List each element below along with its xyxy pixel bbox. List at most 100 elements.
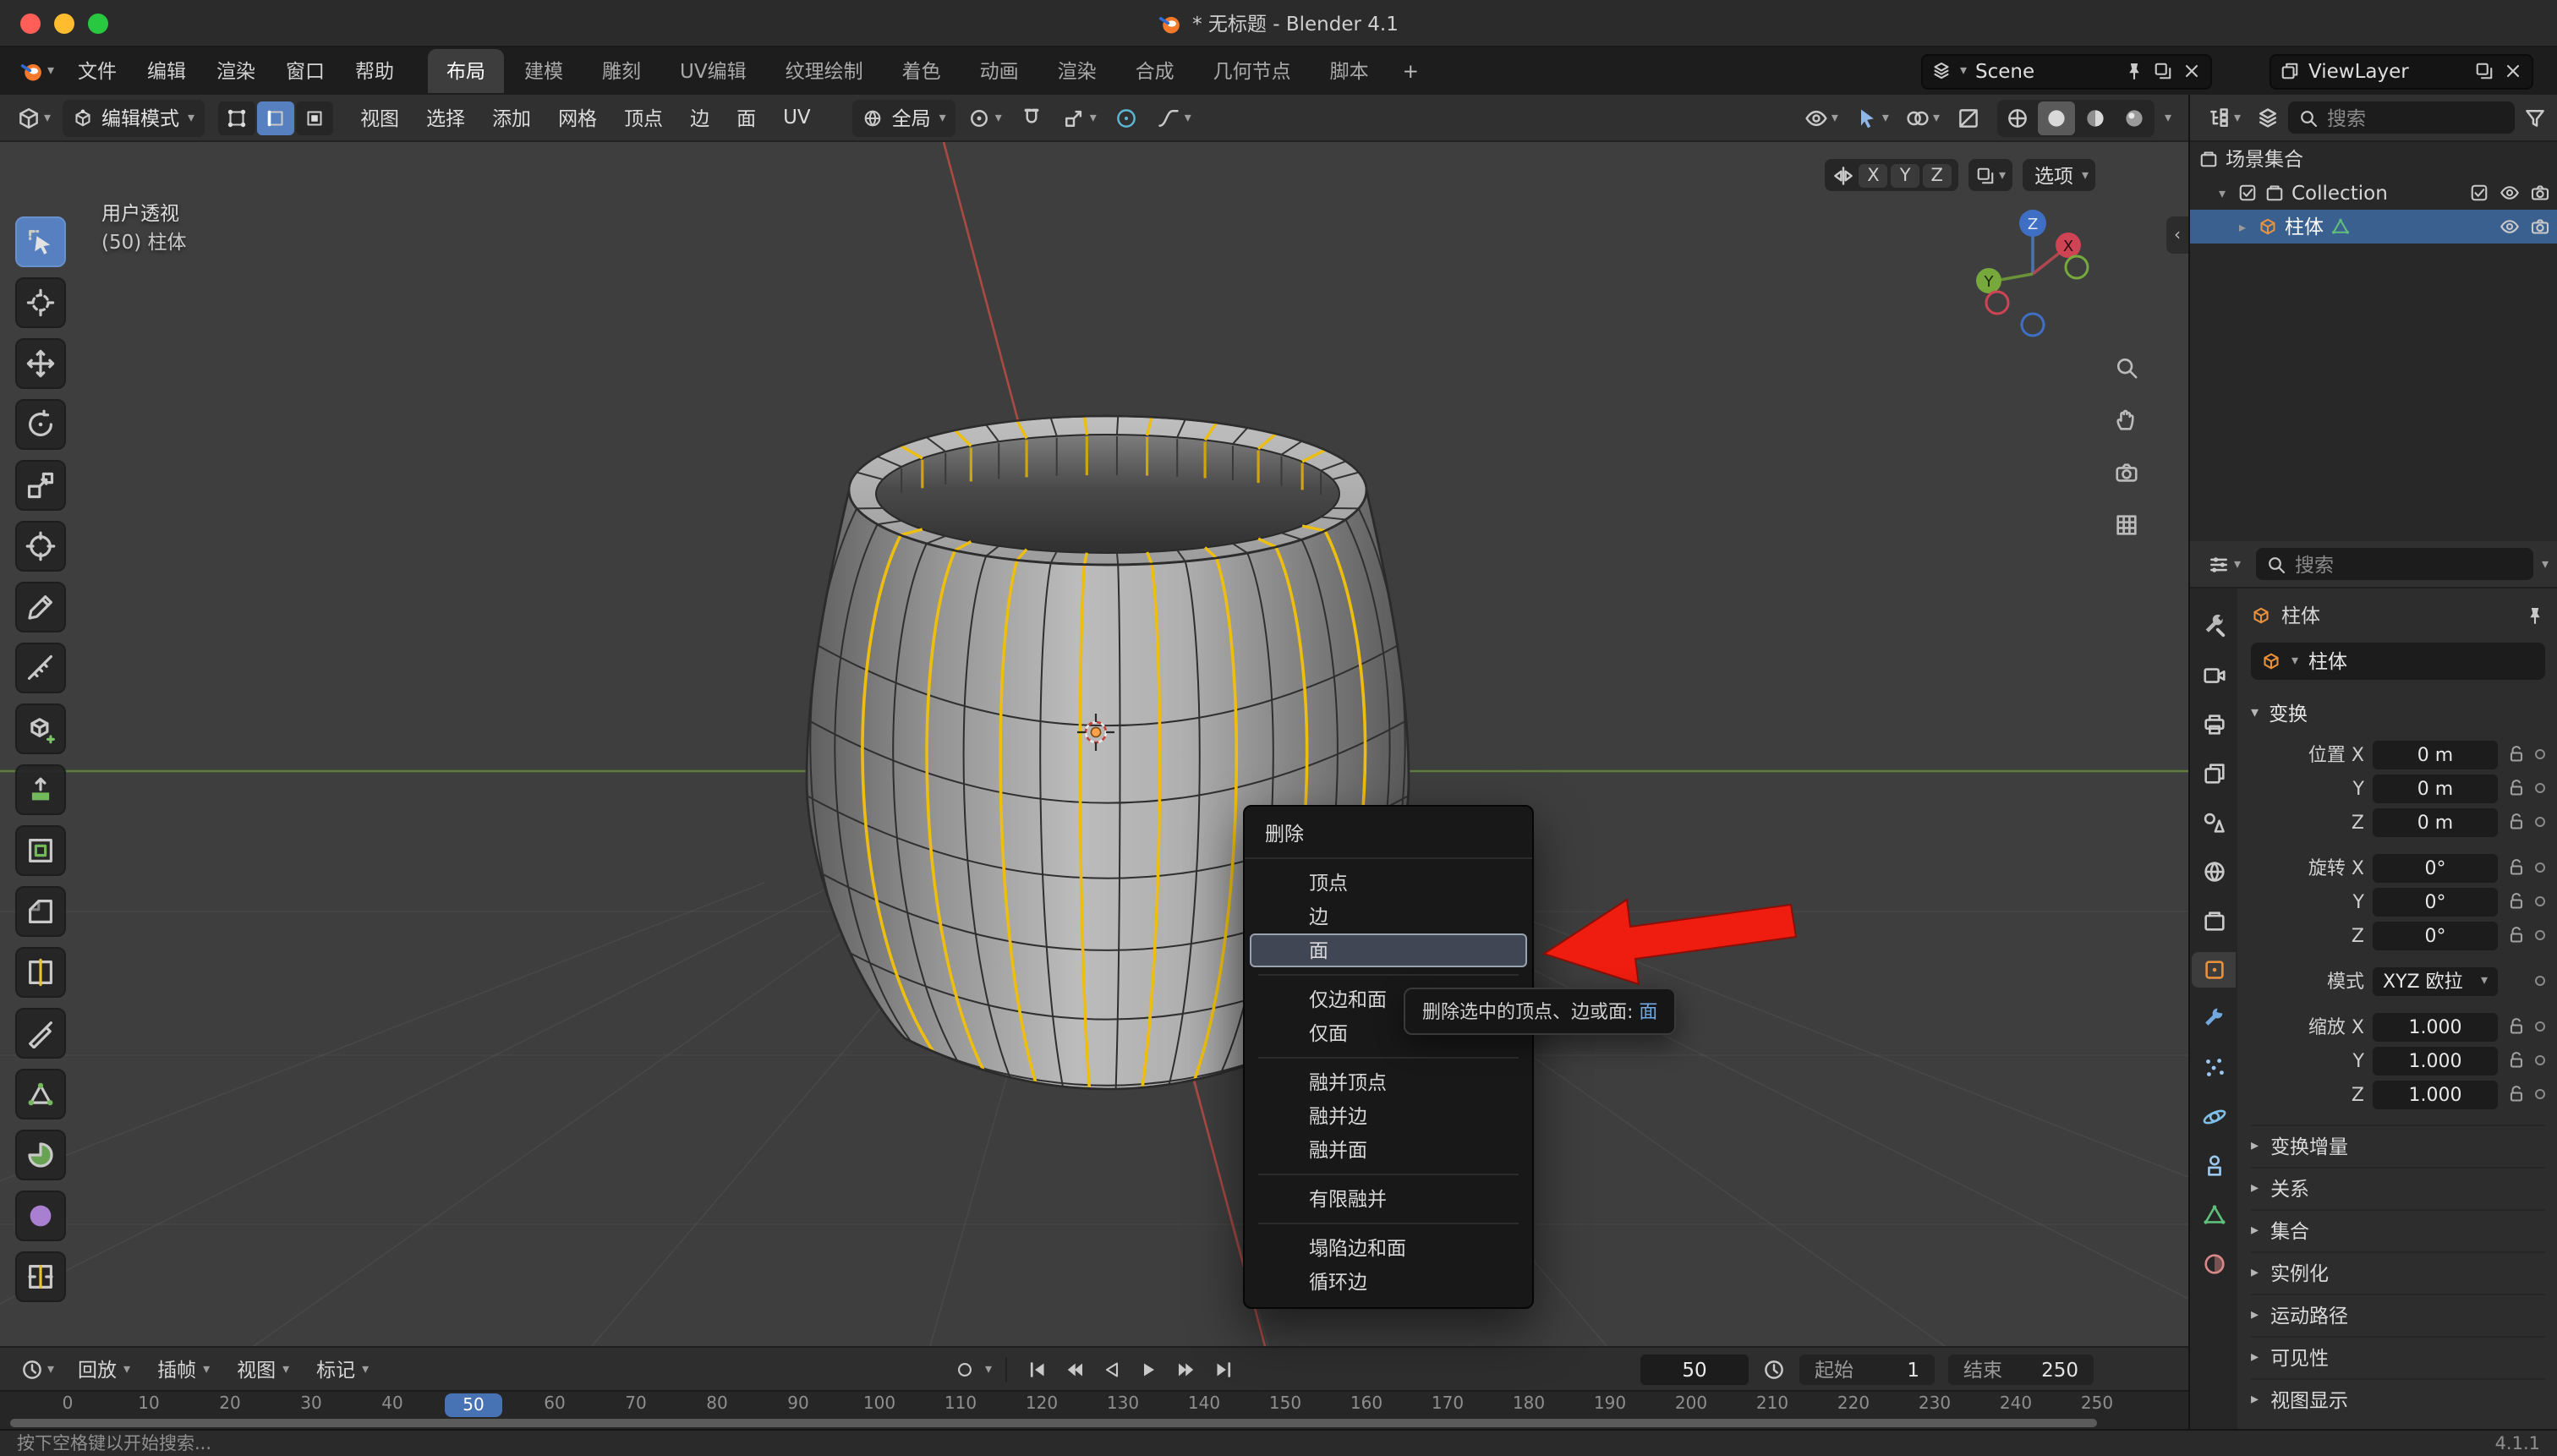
visibility-dropdown[interactable]: ▾ [1798, 101, 1845, 134]
topbar-menu-4[interactable]: 帮助 [340, 51, 409, 91]
lock-icon[interactable] [2506, 812, 2527, 832]
lock-icon[interactable] [2506, 1016, 2527, 1037]
timeline-editor-dropdown[interactable]: ▾ [14, 1352, 61, 1386]
shading-rendered-button[interactable] [2116, 101, 2153, 134]
shading-solid-button[interactable] [2038, 101, 2075, 134]
add-workspace-tab[interactable]: + [1389, 51, 1432, 91]
jump-to-end-button[interactable] [1207, 1354, 1240, 1384]
close-window-button[interactable] [20, 14, 41, 34]
properties-tab-physics[interactable] [2192, 1099, 2236, 1135]
transform-value-field[interactable]: 0 m [2373, 807, 2498, 836]
tool-inset-faces[interactable] [15, 825, 66, 876]
lock-icon[interactable] [2506, 891, 2527, 911]
properties-tab-material[interactable] [2192, 1246, 2236, 1282]
edge-select-toggle[interactable] [257, 101, 294, 134]
face-select-toggle[interactable] [296, 101, 333, 134]
properties-tab-collection[interactable] [2192, 903, 2236, 939]
topbar-menu-3[interactable]: 窗口 [271, 51, 340, 91]
viewport-menu-0[interactable]: 视图 [347, 97, 413, 138]
workspace-tab-6[interactable]: 动画 [961, 49, 1038, 93]
shading-dropdown[interactable]: ▾ [2165, 111, 2171, 124]
tool-spin[interactable] [15, 1130, 66, 1180]
mode-dropdown[interactable]: 编辑模式 ▾ [63, 99, 205, 136]
tool-extrude-region[interactable] [15, 764, 66, 815]
expand-arrow-icon[interactable]: ▾ [2214, 185, 2231, 200]
tool-move[interactable] [15, 338, 66, 389]
minimize-window-button[interactable] [54, 14, 74, 34]
properties-tab-tool[interactable] [2192, 609, 2236, 644]
play-button[interactable] [1132, 1354, 1166, 1384]
viewport-menu-1[interactable]: 选择 [413, 97, 479, 138]
unlink-scene-icon[interactable] [2182, 61, 2202, 81]
play-reverse-button[interactable] [1095, 1354, 1129, 1384]
workspace-tab-1[interactable]: 建模 [506, 49, 582, 93]
workspace-tab-5[interactable]: 着色 [884, 49, 960, 93]
hide-eye-icon[interactable] [2500, 183, 2520, 203]
vertex-select-toggle[interactable] [218, 101, 255, 134]
playhead-badge[interactable]: 50 [445, 1393, 502, 1417]
prev-keyframe-button[interactable] [1058, 1354, 1092, 1384]
timeline-menu-0[interactable]: 回放▾ [64, 1350, 144, 1388]
workspace-tab-7[interactable]: 渲染 [1039, 49, 1115, 93]
transform-value-field[interactable]: 0° [2373, 853, 2498, 882]
properties-editor-dropdown[interactable]: ▾ [2200, 547, 2248, 581]
properties-search-input[interactable]: 搜索 [2256, 548, 2533, 580]
object-name-field[interactable]: ▾ 柱体 [2251, 643, 2545, 680]
scene-name[interactable]: Scene [1975, 59, 2116, 83]
animate-dot[interactable] [2535, 930, 2545, 940]
new-scene-icon[interactable] [2153, 61, 2173, 81]
transform-value-field[interactable]: 0 m [2373, 774, 2498, 802]
workspace-tab-3[interactable]: UV编辑 [661, 49, 765, 93]
topbar-menu-1[interactable]: 编辑 [132, 51, 201, 91]
gizmo-z-neg-ball[interactable] [2022, 314, 2044, 336]
timeline-menu-2[interactable]: 视图▾ [223, 1350, 303, 1388]
zoom-window-button[interactable] [88, 14, 108, 34]
filter-icon[interactable] [2523, 106, 2547, 129]
jump-to-start-button[interactable] [1021, 1354, 1054, 1384]
workspace-tab-10[interactable]: 脚本 [1311, 49, 1388, 93]
workspace-tab-8[interactable]: 合成 [1117, 49, 1193, 93]
pin-icon[interactable] [2525, 605, 2545, 626]
transform-value-field[interactable]: 0 m [2373, 740, 2498, 769]
outliner-editor-dropdown[interactable]: ▾ [2200, 101, 2248, 134]
new-viewlayer-icon[interactable] [2474, 61, 2494, 81]
display-mode-icon[interactable] [2256, 106, 2280, 129]
properties-tab-view-layer[interactable] [2192, 756, 2236, 791]
ortho-toggle-button[interactable] [2107, 506, 2144, 543]
animate-dot[interactable] [2535, 1055, 2545, 1065]
properties-tab-object[interactable] [2192, 952, 2236, 988]
properties-tab-world[interactable] [2192, 854, 2236, 889]
section-2[interactable]: ▸集合 [2251, 1209, 2545, 1251]
menu-item-顶点[interactable]: 顶点 [1250, 866, 1527, 900]
menu-item-循环边[interactable]: 循环边 [1250, 1265, 1527, 1299]
gizmo-y-neg-ball[interactable] [2066, 256, 2088, 278]
next-keyframe-button[interactable] [1169, 1354, 1203, 1384]
animate-dot[interactable] [2535, 817, 2545, 827]
tool-add-cube[interactable] [15, 703, 66, 754]
hide-eye-icon[interactable] [2500, 216, 2520, 237]
lock-icon[interactable] [2506, 744, 2527, 764]
viewport-menu-3[interactable]: 网格 [545, 97, 611, 138]
topbar-menu-0[interactable]: 文件 [63, 51, 132, 91]
tool-edge-slide[interactable] [15, 1251, 66, 1302]
viewport-menu-6[interactable]: 面 [723, 97, 769, 138]
scrollbar-thumb[interactable] [10, 1419, 2097, 1427]
snap-settings-dropdown[interactable]: ▾ [1056, 101, 1103, 134]
lock-icon[interactable] [2506, 778, 2527, 798]
workspace-tab-0[interactable]: 布局 [428, 49, 504, 93]
tool-bevel[interactable] [15, 886, 66, 937]
tool-rotate[interactable] [15, 399, 66, 450]
properties-tab-output[interactable] [2192, 707, 2236, 742]
tool-box-select[interactable] [15, 216, 66, 267]
topbar-menu-2[interactable]: 渲染 [201, 51, 271, 91]
viewport-menu-2[interactable]: 添加 [479, 97, 545, 138]
gizmo-dropdown[interactable]: ▾ [1848, 101, 1896, 134]
menu-item-塌陷边和面[interactable]: 塌陷边和面 [1250, 1231, 1527, 1265]
transform-value-field[interactable]: 1.000 [2373, 1046, 2498, 1075]
lock-icon[interactable] [2506, 1084, 2527, 1104]
object-row-cylinder[interactable]: ▸ 柱体 [2190, 210, 2557, 244]
auto-key-toggle[interactable] [948, 1354, 982, 1384]
tool-cursor[interactable] [15, 277, 66, 328]
viewport-menu-5[interactable]: 边 [676, 97, 723, 138]
blender-app-menu[interactable]: ▾ [14, 54, 61, 88]
